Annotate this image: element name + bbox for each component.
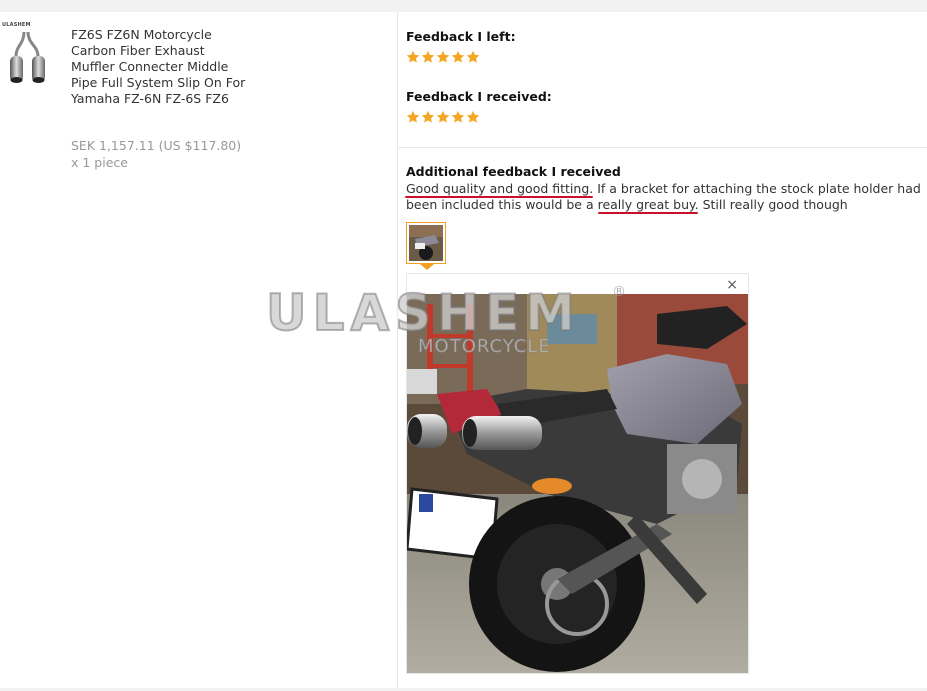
feedback-left-stars <box>406 50 480 64</box>
exhaust-pipe-image <box>10 31 45 83</box>
star-icon <box>436 110 450 123</box>
star-icon <box>406 110 420 123</box>
product-title-link[interactable]: FZ6S FZ6N Motorcycle Carbon Fiber Exhaus… <box>71 27 246 107</box>
review-image-viewer: × <box>406 273 749 674</box>
motorcycle-thumb-image <box>409 225 443 261</box>
product-quantity: x 1 piece <box>71 155 128 170</box>
product-thumbnail[interactable]: ULASHEM <box>2 22 54 88</box>
star-icon <box>421 50 435 63</box>
close-icon[interactable]: × <box>726 277 738 293</box>
review-line-2: been included this would be a really gre… <box>406 197 848 212</box>
star-icon <box>406 50 420 63</box>
feedback-received-label: Feedback I received: <box>406 89 552 104</box>
thumbnail-caret <box>420 264 434 270</box>
additional-feedback-label: Additional feedback I received <box>406 164 621 179</box>
feedback-received-stars <box>406 110 480 124</box>
motorcycle-photo <box>407 294 748 673</box>
star-icon <box>466 110 480 123</box>
feedback-left-label: Feedback I left: <box>406 29 516 44</box>
thumbnail-brand-text: ULASHEM <box>2 22 31 28</box>
star-icon <box>451 50 465 63</box>
review-image-thumbnail[interactable] <box>406 222 446 264</box>
product-price: SEK 1,157.11 (US $117.80) <box>71 138 242 153</box>
red-underline-annotation <box>598 212 698 214</box>
star-icon <box>451 110 465 123</box>
red-underline-annotation <box>405 196 593 198</box>
column-divider <box>397 12 398 688</box>
star-icon <box>466 50 480 63</box>
star-icon <box>436 50 450 63</box>
review-line-1: Good quality and good fitting. If a brac… <box>406 181 921 196</box>
section-divider <box>398 147 927 148</box>
star-icon <box>421 110 435 123</box>
